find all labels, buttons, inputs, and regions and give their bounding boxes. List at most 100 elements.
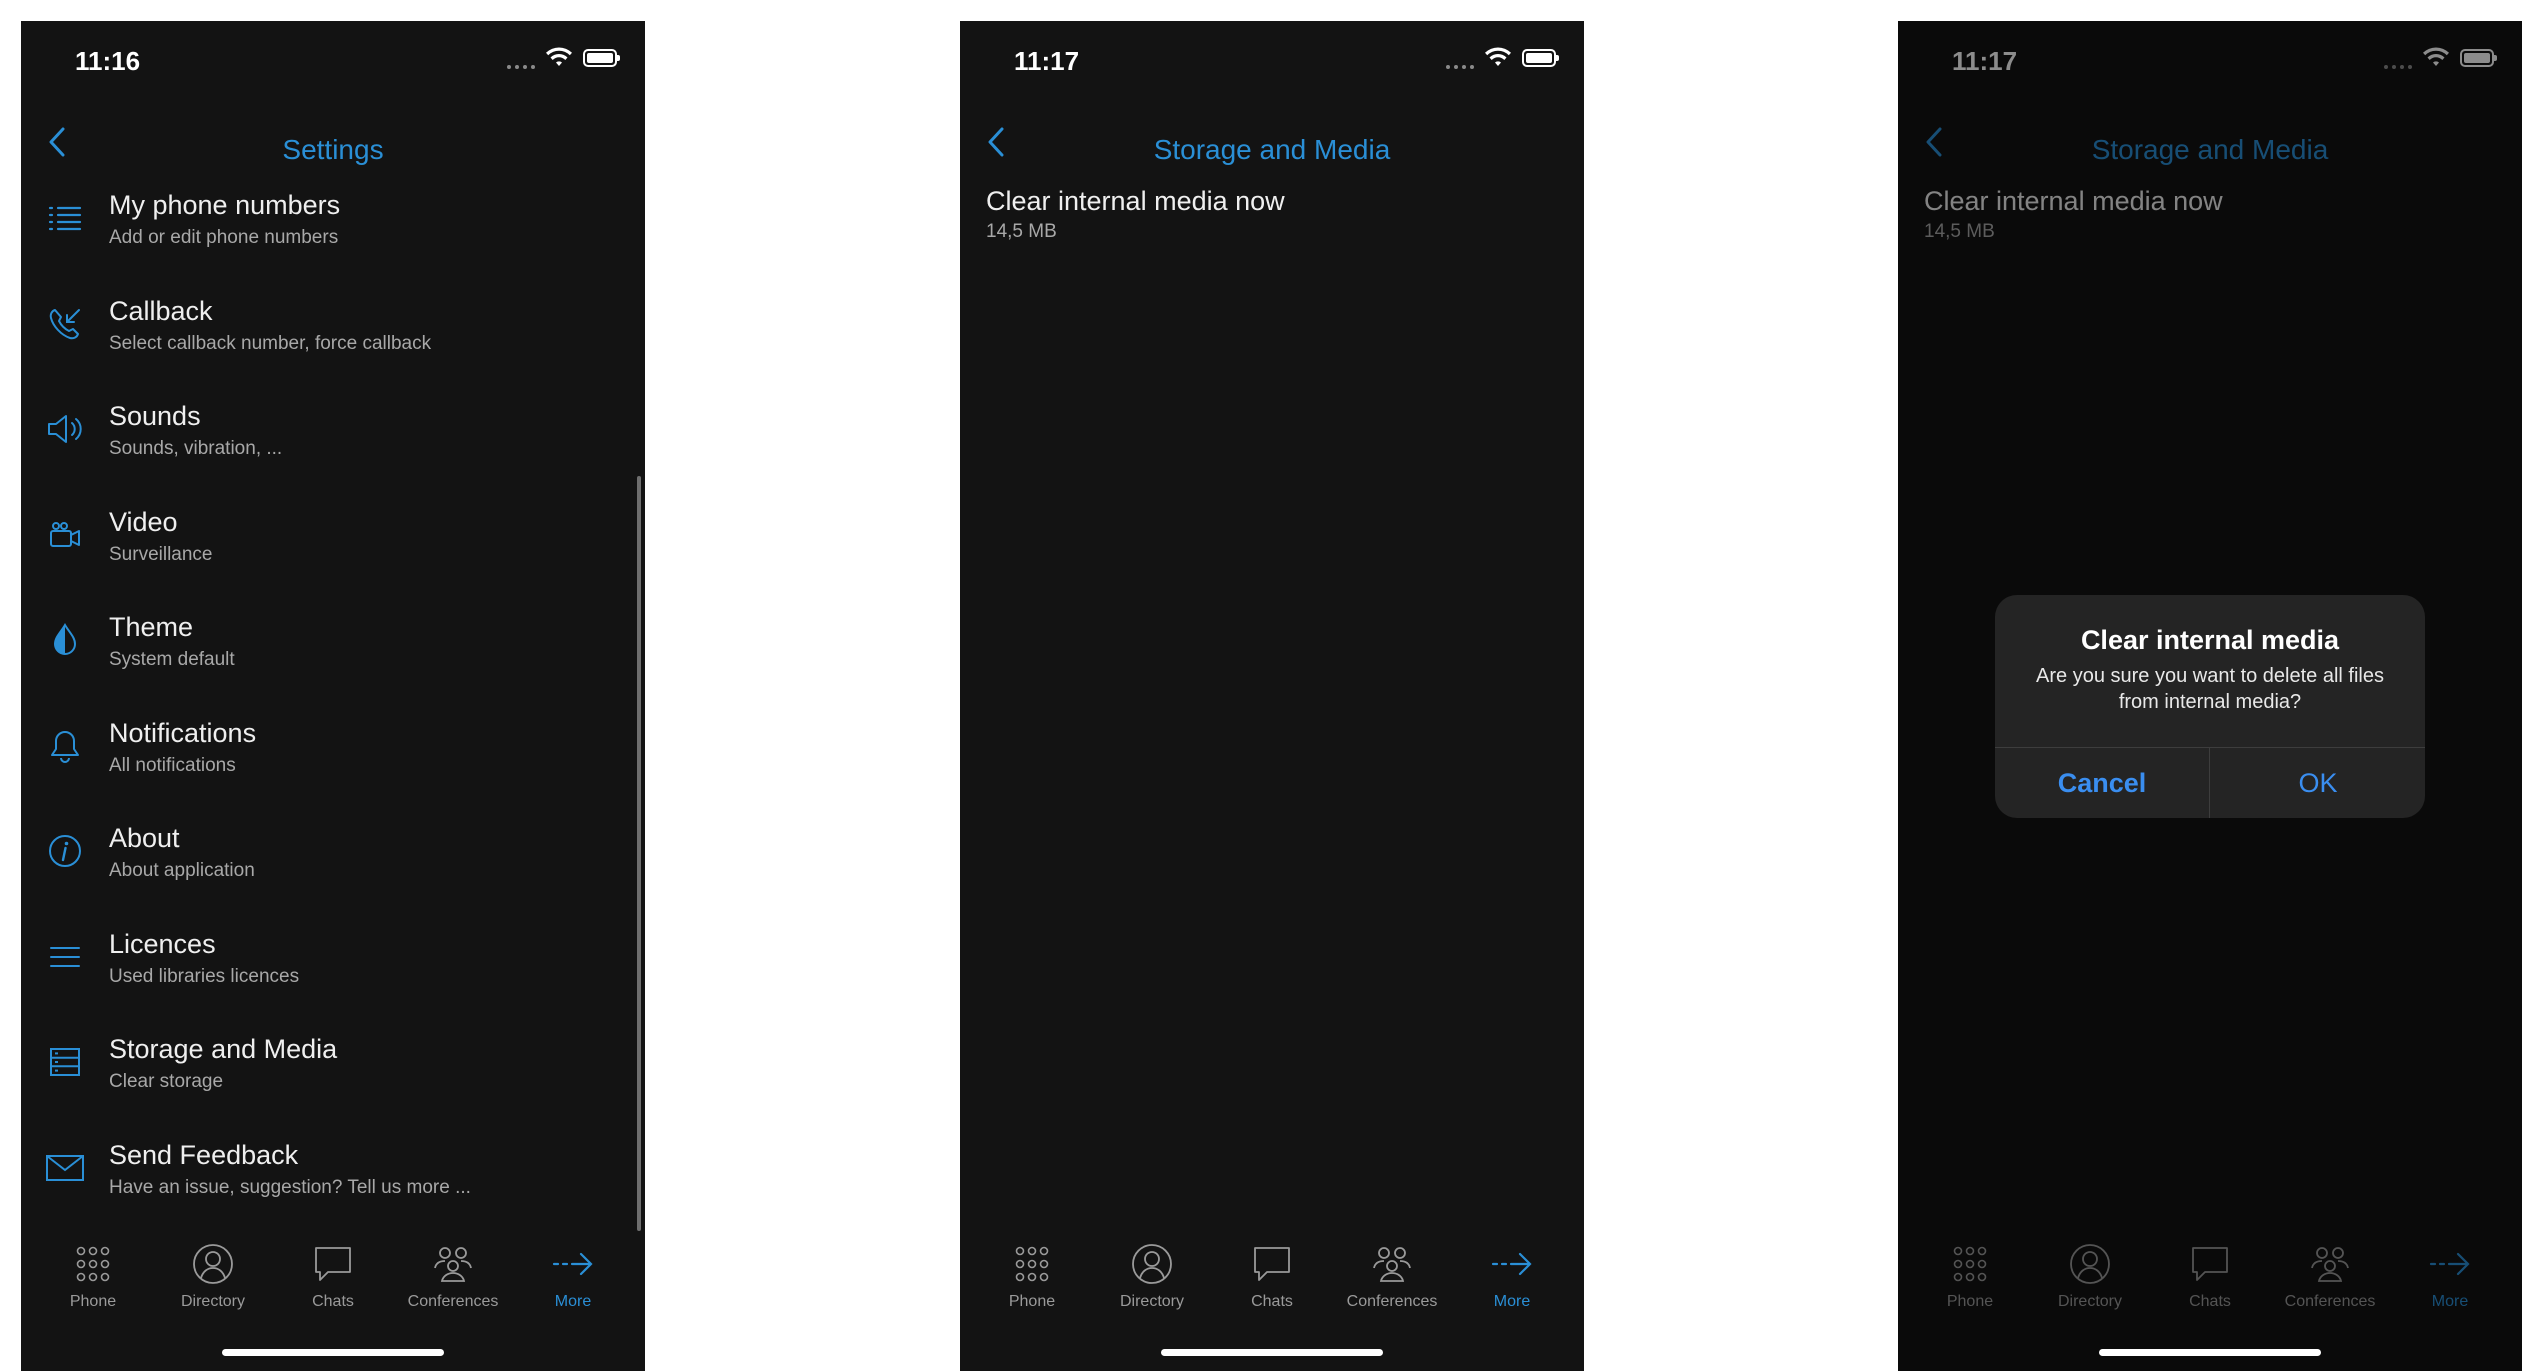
item-title: Video — [109, 506, 178, 537]
item-subtitle: 14,5 MB — [986, 221, 1057, 242]
tab-label: Conferences — [407, 1293, 499, 1310]
tab-more[interactable]: More — [518, 1241, 628, 1331]
video-camera-icon — [45, 515, 85, 555]
settings-item-video[interactable]: Video Surveillance — [21, 493, 645, 599]
menu-lines-icon — [45, 937, 85, 977]
settings-item-theme[interactable]: Theme System default — [21, 598, 645, 704]
item-title: Notifications — [109, 717, 257, 748]
callback-icon — [45, 304, 85, 344]
battery-icon — [1522, 49, 1559, 67]
group-icon — [1369, 1241, 1415, 1287]
tab-phone[interactable]: Phone — [38, 1241, 148, 1331]
item-title: Sounds — [109, 401, 201, 431]
tab-label: Directory — [1119, 1293, 1184, 1310]
tab-bar: Phone Directory Chats Conferences More — [21, 1241, 645, 1331]
info-icon — [45, 831, 85, 871]
status-bar: 11:17 — [960, 21, 1584, 101]
settings-item-licences[interactable]: Licences Used libraries licences — [21, 915, 645, 1021]
home-indicator — [222, 1349, 444, 1356]
chat-bubble-icon — [310, 1241, 356, 1287]
item-title: Theme — [109, 612, 194, 642]
cellular-signal-icon — [507, 47, 535, 69]
tab-bar: Phone Directory Chats Conferences More — [960, 1241, 1584, 1331]
item-title: Send Feedback — [109, 1139, 299, 1170]
page-title: Storage and Media — [1153, 134, 1391, 165]
drop-icon — [45, 620, 85, 660]
dialpad-icon — [70, 1241, 116, 1287]
dialog-divider — [2209, 747, 2210, 818]
item-title: Clear internal media now — [986, 186, 1285, 216]
tab-label: More — [1493, 1293, 1531, 1310]
clear-media-dialog-screen: 11:17 Storage and Media Clear internal m… — [1898, 21, 2522, 1371]
speaker-icon — [45, 409, 85, 449]
tab-label: More — [554, 1293, 592, 1310]
tab-phone[interactable]: Phone — [977, 1241, 1087, 1331]
settings-screen: 11:16 Settings My phone numbers Add or e… — [21, 21, 645, 1371]
tab-directory[interactable]: Directory — [1097, 1241, 1207, 1331]
wifi-icon — [1485, 47, 1511, 66]
page-title: Settings — [282, 134, 384, 165]
navigation-bar: Storage and Media — [960, 106, 1584, 196]
tab-label: Phone — [69, 1293, 117, 1310]
tab-label: Chats — [312, 1293, 354, 1310]
status-time: 11:17 — [1014, 46, 1080, 76]
item-subtitle: Surveillance — [109, 543, 213, 565]
scrollbar[interactable] — [637, 476, 641, 1231]
tab-chats[interactable]: Chats — [1217, 1241, 1327, 1331]
item-subtitle: Sounds, vibration, ... — [109, 438, 283, 459]
tab-conferences[interactable]: Conferences — [1337, 1241, 1447, 1331]
group-icon — [430, 1241, 476, 1287]
settings-item-callback[interactable]: Callback Select callback number, force c… — [21, 282, 645, 388]
arrow-right-icon — [550, 1241, 596, 1287]
status-time: 11:16 — [75, 46, 141, 76]
item-title: My phone numbers — [109, 190, 341, 220]
item-subtitle: System default — [109, 649, 235, 670]
bell-icon — [45, 726, 85, 766]
item-subtitle: Have an issue, suggestion? Tell us more … — [109, 1176, 471, 1198]
dialog-title: Clear internal media — [2080, 625, 2340, 655]
tab-label: Phone — [1008, 1293, 1056, 1310]
item-subtitle: Add or edit phone numbers — [109, 227, 339, 248]
tab-chats[interactable]: Chats — [278, 1241, 388, 1331]
settings-item-about[interactable]: About About application — [21, 809, 645, 915]
settings-item-my-phone-numbers[interactable]: My phone numbers Add or edit phone numbe… — [21, 176, 645, 282]
battery-icon — [583, 49, 620, 67]
ok-button[interactable]: OK — [2211, 748, 2425, 818]
person-icon — [1129, 1241, 1175, 1287]
home-indicator — [2099, 1349, 2321, 1356]
item-title: Storage and Media — [109, 1034, 338, 1064]
item-subtitle: About application — [109, 860, 255, 881]
item-subtitle: Used libraries licences — [109, 965, 300, 987]
cancel-button[interactable]: Cancel — [1995, 748, 2209, 818]
settings-list: My phone numbers Add or edit phone numbe… — [21, 176, 645, 1231]
envelope-icon — [45, 1148, 85, 1188]
item-subtitle: All notifications — [109, 754, 236, 776]
item-title: Callback — [109, 295, 213, 326]
settings-item-notifications[interactable]: Notifications All notifications — [21, 704, 645, 810]
storage-icon — [45, 1042, 85, 1082]
item-title: Licences — [109, 928, 216, 959]
arrow-right-icon — [1489, 1241, 1535, 1287]
settings-item-send-feedback[interactable]: Send Feedback Have an issue, suggestion?… — [21, 1126, 645, 1232]
clear-media-dialog: Clear internal media Are you sure you wa… — [1995, 595, 2425, 818]
home-indicator — [1161, 1349, 1383, 1356]
tab-label: Chats — [1251, 1293, 1293, 1310]
person-icon — [190, 1241, 236, 1287]
settings-item-sounds[interactable]: Sounds Sounds, vibration, ... — [21, 387, 645, 493]
tab-conferences[interactable]: Conferences — [398, 1241, 508, 1331]
chat-bubble-icon — [1249, 1241, 1295, 1287]
settings-item-storage-and-media[interactable]: Storage and Media Clear storage — [21, 1020, 645, 1126]
tab-label: Conferences — [1346, 1293, 1438, 1310]
clear-internal-media-item[interactable]: Clear internal media now 14,5 MB — [986, 184, 1285, 246]
item-subtitle: Clear storage — [109, 1071, 224, 1092]
status-bar: 11:16 — [21, 21, 645, 101]
tab-more[interactable]: More — [1457, 1241, 1567, 1331]
wifi-icon — [546, 47, 572, 66]
item-title: About — [109, 823, 180, 853]
dialog-message: Are you sure you want to delete all file… — [2036, 665, 2384, 713]
storage-media-screen: 11:17 Storage and Media Clear internal m… — [960, 21, 1584, 1371]
tab-directory[interactable]: Directory — [158, 1241, 268, 1331]
tab-label: Directory — [180, 1293, 245, 1310]
item-subtitle: Select callback number, force callback — [109, 332, 432, 354]
cellular-signal-icon — [1446, 47, 1474, 69]
